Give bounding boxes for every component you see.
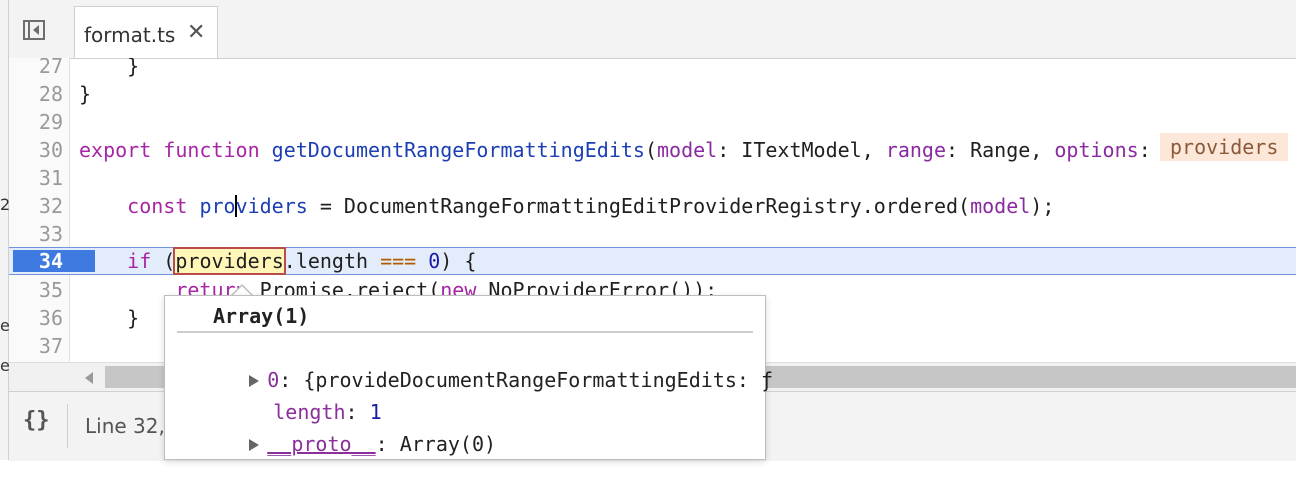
code-line: 27 } — [9, 58, 1296, 80]
popover-divider — [177, 331, 753, 333]
code-line: 28 } — [9, 80, 1296, 108]
code-text: export function getDocumentRangeFormatti… — [79, 138, 1199, 162]
line-number[interactable]: 27 — [9, 58, 63, 80]
code-line: 33 — [9, 220, 1296, 248]
code-text: const providers = DocumentRangeFormattin… — [127, 194, 1055, 218]
line-number[interactable]: 28 — [9, 80, 63, 108]
code-line: 30 export function getDocumentRangeForma… — [9, 136, 1296, 164]
line-number[interactable]: 37 — [9, 332, 63, 360]
line-number[interactable]: 32 — [9, 192, 63, 220]
hovered-variable[interactable]: providers — [173, 247, 286, 275]
line-number[interactable]: 36 — [9, 304, 63, 332]
line-number[interactable]: 33 — [9, 220, 63, 248]
sidebar-toggle-icon[interactable] — [21, 18, 49, 44]
expand-triangle-icon[interactable] — [249, 439, 260, 451]
status-divider — [67, 404, 68, 448]
editor-tab-bar: format.ts ✕ — [9, 0, 1296, 59]
line-number[interactable]: 34 — [13, 248, 63, 274]
variable-preview-popover: Array(1) 0: {provideDocumentRangeFormatt… — [164, 284, 773, 460]
code-text: if (providers.length === 0) { — [127, 247, 477, 275]
tab-format-ts[interactable]: format.ts ✕ — [74, 6, 218, 58]
line-number[interactable]: 30 — [9, 136, 63, 164]
close-icon[interactable]: ✕ — [187, 20, 205, 45]
property-key: __proto__ — [267, 432, 376, 456]
inline-variable-value: providers — [1160, 133, 1289, 161]
code-text: } — [79, 58, 140, 78]
pretty-print-icon[interactable]: {} — [23, 408, 50, 433]
popover-title: Array(1) — [213, 304, 310, 328]
line-number[interactable]: 29 — [9, 108, 63, 136]
left-panel-edge: 2 e e — [0, 0, 10, 460]
code-text: } — [79, 306, 140, 330]
tab-filename: format.ts — [84, 23, 176, 47]
current-execution-line: 34 if (providers.length === 0) { — [9, 247, 1296, 275]
scroll-left-arrow-icon[interactable] — [85, 372, 93, 384]
line-number[interactable]: 35 — [9, 276, 63, 304]
property-value: : Array(0) — [375, 432, 497, 456]
object-property-row[interactable]: __proto__: Array(0) — [177, 402, 496, 486]
code-text: } — [79, 82, 92, 106]
line-number[interactable]: 31 — [9, 164, 63, 192]
code-line: 29 — [9, 108, 1296, 136]
popover-body: Array(1) 0: {provideDocumentRangeFormatt… — [164, 295, 773, 460]
code-line: 32 const providers = DocumentRangeFormat… — [9, 192, 1296, 220]
code-line: 31 — [9, 164, 1296, 192]
